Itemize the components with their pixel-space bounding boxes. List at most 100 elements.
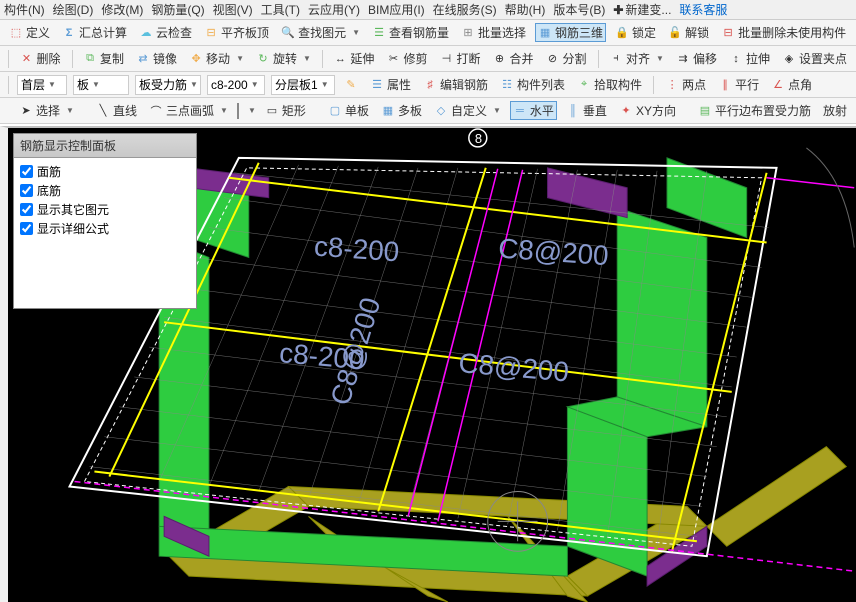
spec-dropdown[interactable]: c8-200▼ (207, 75, 265, 95)
rebar-3d-button[interactable]: ▦钢筋三维 (535, 23, 606, 42)
properties-button[interactable]: ☰属性 (367, 75, 414, 94)
offset-button[interactable]: ⇉偏移 (673, 49, 720, 68)
pick-element-button[interactable]: ⌖拾取构件 (574, 75, 645, 94)
toolbar-draw: ➤选择▼ ╲直线 ⌒三点画弧▼ ▼ ▭矩形 ▢单板 ▦多板 ◇自定义▼ ═水平 … (0, 98, 856, 124)
parallel-icon: ∥ (718, 78, 732, 92)
separator (8, 50, 9, 68)
view-rebar-icon: ☰ (372, 26, 386, 40)
menu-view[interactable]: 视图(V) (213, 1, 253, 18)
menu-draw[interactable]: 绘图(D) (53, 1, 94, 18)
checkbox-bottom-rebar[interactable] (20, 184, 33, 197)
trim-button[interactable]: ✂修剪 (383, 49, 430, 68)
level-icon: ⊟ (204, 26, 218, 40)
select-button[interactable]: ➤选择▼ (16, 101, 77, 120)
horizontal-button[interactable]: ═水平 (510, 101, 557, 120)
cloud-check-button[interactable]: ☁云检查 (136, 23, 195, 42)
rect-button[interactable]: ▭矩形 (262, 101, 309, 120)
checkbox-row-top-rebar[interactable]: 面筋 (18, 162, 192, 181)
menu-help[interactable]: 帮助(H) (505, 1, 546, 18)
pick-icon: ⌖ (577, 78, 591, 92)
mirror-button[interactable]: ⇄镜像 (133, 49, 180, 68)
vertical-icon: ║ (566, 104, 580, 118)
unlock-button[interactable]: 🔓解锁 (665, 23, 712, 42)
stretch-button[interactable]: ↕拉伸 (726, 49, 773, 68)
subcategory-dropdown[interactable]: 板受力筋▼ (135, 75, 201, 95)
view-arc (806, 148, 854, 248)
stretch-icon: ↕ (729, 52, 743, 66)
view-rebar-button[interactable]: ☰查看钢筋量 (369, 23, 452, 42)
category-dropdown[interactable]: 板▼ (73, 75, 129, 95)
parallel-edge-icon: ▤ (698, 104, 712, 118)
menu-version[interactable]: 版本号(B) (553, 1, 605, 18)
lock-icon: 🔒 (615, 26, 629, 40)
merge-button[interactable]: ⊕合并 (489, 49, 536, 68)
arc3p-button[interactable]: ⌒三点画弧▼ (146, 101, 231, 120)
xy-direction-button[interactable]: ✦XY方向 (616, 101, 679, 120)
menu-component[interactable]: 构件(N) (4, 1, 45, 18)
level-top-button[interactable]: ⊟平齐板顶 (201, 23, 272, 42)
new-variable-button[interactable]: ✚新建变... (613, 1, 671, 18)
radial-button[interactable]: 放射 (820, 101, 850, 120)
separator (8, 76, 9, 94)
grip-button[interactable]: ◈设置夹点 (779, 49, 850, 68)
checkbox-top-rebar[interactable] (20, 165, 33, 178)
3d-viewport[interactable]: 钢筋显示控制面板 面筋 底筋 显示其它图元 显示详细公式 (0, 126, 856, 602)
batch-delete-button[interactable]: ⊟批量删除未使用构件 (718, 23, 849, 42)
two-point-button[interactable]: ⋮两点 (662, 75, 709, 94)
chevron-down-icon[interactable]: ▼ (248, 106, 256, 115)
menu-tools[interactable]: 工具(T) (261, 1, 300, 18)
custom-icon: ◇ (434, 104, 448, 118)
extend-button[interactable]: ↔延伸 (330, 49, 377, 68)
toolbar-edit: ✕删除 ⧉复制 ⇄镜像 ✥移动▼ ↻旋转▼ ↔延伸 ✂修剪 ⊣打断 ⊕合并 ⊘分… (0, 46, 856, 72)
multi-board-icon: ▦ (381, 104, 395, 118)
vertical-button[interactable]: ║垂直 (563, 101, 610, 120)
search-icon: 🔍 (281, 26, 295, 40)
checkbox-row-other-elements[interactable]: 显示其它图元 (18, 200, 192, 219)
parallel-edge-button[interactable]: ▤平行边布置受力筋 (695, 101, 814, 120)
menu-bim[interactable]: BIM应用(I) (368, 1, 425, 18)
custom-button[interactable]: ◇自定义▼ (431, 101, 504, 120)
sigma-icon: Σ (62, 26, 76, 40)
rotate-button[interactable]: ↻旋转▼ (253, 49, 314, 68)
xy-icon: ✦ (619, 104, 633, 118)
component-list-button[interactable]: ☷构件列表 (497, 75, 568, 94)
menu-online[interactable]: 在线服务(S) (433, 1, 497, 18)
delete-button[interactable]: ✕删除 (17, 49, 64, 68)
checkbox-detail-formula[interactable] (20, 222, 33, 235)
edit-rebar-button[interactable]: ♯编辑钢筋 (420, 75, 491, 94)
checkbox-other-elements[interactable] (20, 203, 33, 216)
trim-icon: ✂ (386, 52, 400, 66)
separator (72, 50, 73, 68)
sum-calc-button[interactable]: Σ汇总计算 (59, 23, 130, 42)
grip-icon: ◈ (782, 52, 796, 66)
batch-select-button[interactable]: ⊞批量选择 (458, 23, 529, 42)
line-button[interactable]: ╲直线 (93, 101, 140, 120)
checkbox-row-bottom-rebar[interactable]: 底筋 (18, 181, 192, 200)
find-element-button[interactable]: 🔍查找图元▼ (278, 23, 363, 42)
lock-button[interactable]: 🔒锁定 (612, 23, 659, 42)
copy-button[interactable]: ⧉复制 (80, 49, 127, 68)
contact-support[interactable]: 联系客服 (679, 1, 727, 18)
menu-rebar-qty[interactable]: 钢筋量(Q) (151, 1, 204, 18)
parallel-button[interactable]: ∥平行 (715, 75, 762, 94)
checkbox-row-detail-formula[interactable]: 显示详细公式 (18, 219, 192, 238)
move-button[interactable]: ✥移动▼ (186, 49, 247, 68)
chevron-down-icon: ▼ (656, 54, 664, 63)
single-board-button[interactable]: ▢单板 (325, 101, 372, 120)
brush-button[interactable]: ✎ (341, 77, 361, 93)
break-button[interactable]: ⊣打断 (436, 49, 483, 68)
align-button[interactable]: ⫞对齐▼ (606, 49, 667, 68)
floor-dropdown[interactable]: 首层▼ (17, 75, 67, 95)
multi-board-button[interactable]: ▦多板 (378, 101, 425, 120)
separator (653, 76, 654, 94)
line-icon: ╲ (96, 104, 110, 118)
menu-modify[interactable]: 修改(M) (101, 1, 143, 18)
point-angle-button[interactable]: ∠点角 (768, 75, 815, 94)
menu-cloud[interactable]: 云应用(Y) (308, 1, 360, 18)
define-button[interactable]: ⬚定义 (6, 23, 53, 42)
split-button[interactable]: ⊘分割 (542, 49, 589, 68)
layer-dropdown[interactable]: 分层板1▼ (271, 75, 335, 95)
color-swatch[interactable] (237, 103, 239, 119)
rebar-label: c8-200 (313, 231, 400, 268)
rect-icon: ▭ (265, 104, 279, 118)
